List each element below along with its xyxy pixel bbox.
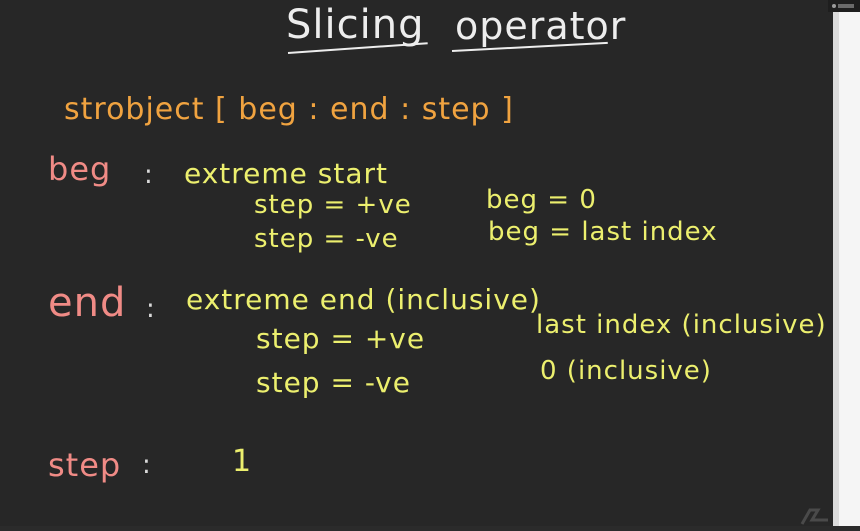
end-positive-step: step = +ve	[256, 322, 426, 355]
beg-negative-value: beg = last index	[488, 217, 718, 247]
step-colon: :	[142, 450, 152, 480]
end-label: end	[48, 280, 127, 326]
end-positive-value: last index (inclusive)	[536, 310, 827, 340]
beg-label: beg	[48, 150, 112, 188]
corner-indicator	[828, 0, 860, 12]
slicing-syntax: strobject [ beg : end : step ]	[64, 92, 514, 127]
title-word-slicing: Slicing	[286, 2, 425, 48]
beg-positive-step: step = +ve	[254, 190, 412, 220]
step-default-value: 1	[232, 444, 253, 479]
beg-negative-step: step = -ve	[254, 224, 399, 254]
watermark-graphic	[800, 506, 832, 526]
right-panel-surface	[839, 12, 860, 526]
end-negative-step: step = -ve	[256, 366, 411, 399]
beg-description: extreme start	[184, 157, 389, 190]
whiteboard-canvas: Slicing operator strobject [ beg : end :…	[0, 0, 833, 526]
end-colon: :	[146, 294, 156, 324]
beg-colon: :	[144, 160, 154, 190]
beg-positive-value: beg = 0	[486, 185, 597, 215]
step-label: step	[48, 446, 122, 484]
right-panel-edge	[833, 0, 860, 526]
end-description: extreme end (inclusive)	[186, 283, 541, 316]
end-negative-value: 0 (inclusive)	[540, 356, 712, 386]
